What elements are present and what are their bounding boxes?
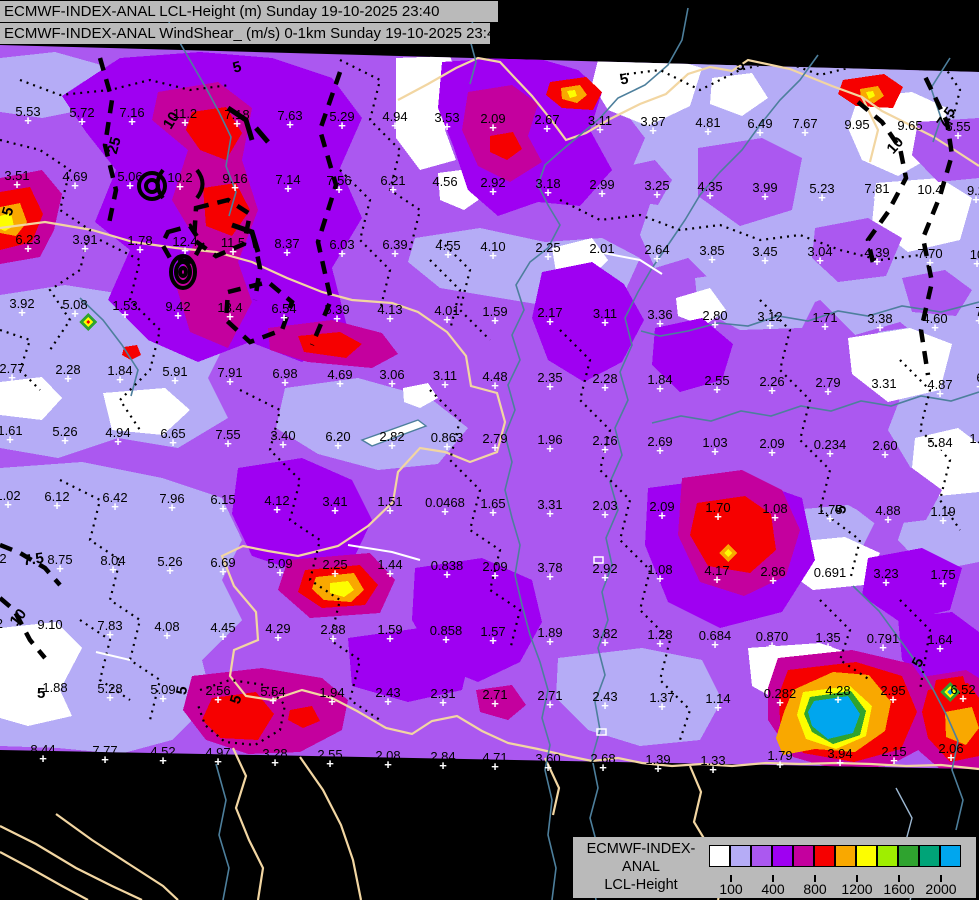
contour-label: 5	[230, 58, 244, 77]
contour-label: 25	[103, 135, 125, 156]
legend-tick-label: 800	[803, 881, 827, 897]
contour-label: 10	[883, 133, 908, 158]
contour-label: 5	[618, 70, 631, 89]
contour-label: 5	[0, 204, 18, 219]
legend-swatch	[919, 845, 940, 867]
legend-swatch	[772, 845, 793, 867]
contour-label: 7.5	[21, 549, 45, 570]
legend-swatch	[709, 845, 730, 867]
legend-swatch	[877, 845, 898, 867]
legend-swatch	[751, 845, 772, 867]
contour-label: 5	[226, 692, 246, 707]
legend-swatch	[856, 845, 877, 867]
contour-label: 7.5	[933, 104, 960, 131]
title-bar-windshear: ECMWF-INDEX-ANAL WindShear_ (m/s) 0-1km …	[0, 23, 490, 44]
contour-label: 5	[831, 503, 851, 516]
legend-swatch	[835, 845, 856, 867]
contour-label: 10	[6, 605, 31, 630]
legend-title: ECMWF-INDEX-ANAL LCL-Height m	[577, 840, 705, 900]
legend-title-line1: ECMWF-INDEX-ANAL	[586, 841, 696, 875]
contour-label: 5	[173, 684, 192, 697]
legend-tick-label: 400	[761, 881, 785, 897]
legend-tick-label: 1200	[841, 881, 873, 897]
legend-swatch	[814, 845, 835, 867]
contour-label: 5	[908, 654, 928, 671]
legend-swatch	[898, 845, 919, 867]
legend-tick-label: 100	[719, 881, 743, 897]
title-bar-lcl: ECMWF-INDEX-ANAL LCL-Height (m) Sunday 1…	[0, 1, 498, 22]
contour-labels-layer: 5 5 5 10 25 7.5 10 5 7.5 10 5 5 5 5 5	[0, 0, 979, 900]
legend-swatch	[793, 845, 814, 867]
legend-tick-label: 1600	[883, 881, 915, 897]
legend-title-line2: LCL-Height	[604, 877, 678, 893]
contour-label: 5	[734, 56, 746, 75]
legend: ECMWF-INDEX-ANAL LCL-Height m 100 400 800 1…	[573, 837, 976, 900]
contour-label: 10	[159, 108, 183, 133]
legend-swatch	[940, 845, 961, 867]
contour-label: 5	[37, 685, 46, 702]
legend-swatch	[730, 845, 751, 867]
legend-title-unit: m	[577, 894, 705, 900]
legend-tick-label: 2000	[925, 881, 957, 897]
weather-map-window: 5.53 +5.72 +7.16 +11.2 +7.18 +7.63 +5.29 +4.94 +…	[0, 0, 979, 900]
